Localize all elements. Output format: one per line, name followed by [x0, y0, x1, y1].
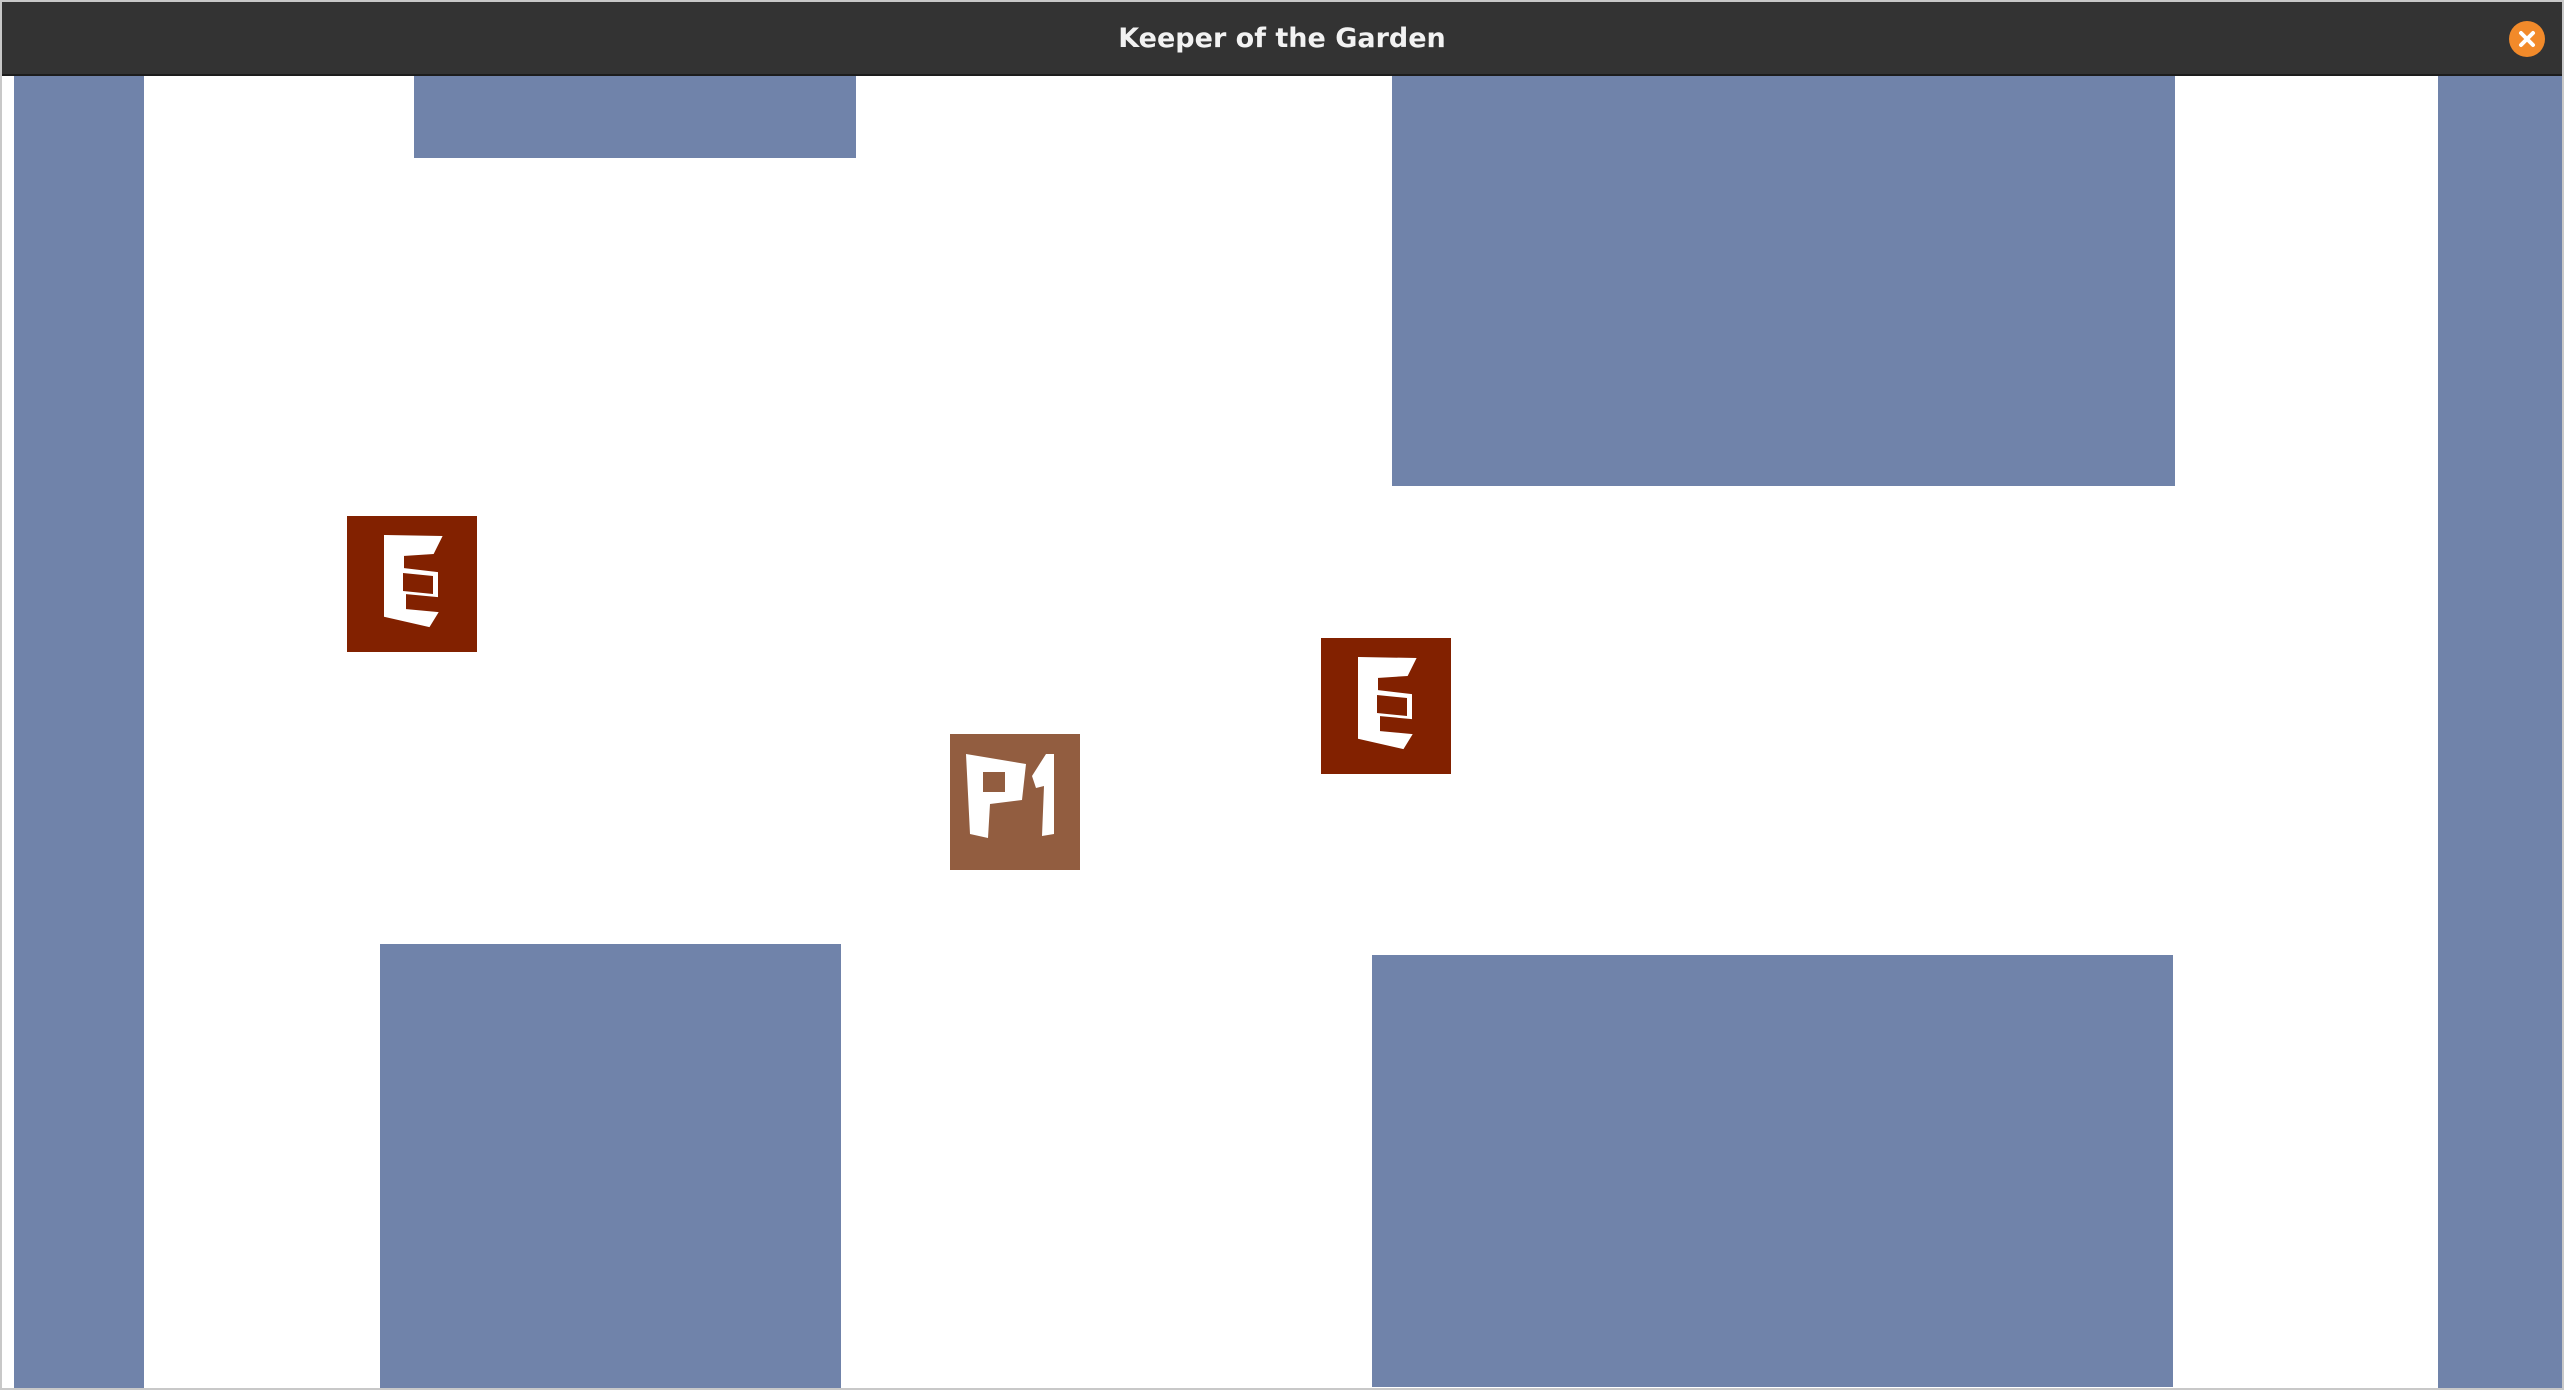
enemy-e-glyph-icon — [347, 516, 477, 652]
window-title: Keeper of the Garden — [1118, 23, 1446, 54]
player-p1-glyph-icon — [950, 734, 1080, 870]
title-bar: Keeper of the Garden — [2, 2, 2562, 76]
enemy-label: E — [1321, 774, 1322, 775]
wall-top-left — [414, 76, 856, 158]
wall-top-right — [1392, 76, 2175, 486]
close-button[interactable] — [2509, 21, 2545, 57]
game-playfield[interactable]: E E P1 — [2, 76, 2562, 1388]
wall-right — [2438, 76, 2562, 1388]
game-window: Keeper of the Garden E — [0, 0, 2564, 1390]
player-label: P1 — [950, 870, 951, 871]
player-sprite: P1 — [950, 734, 1080, 870]
wall-bottom-left — [380, 944, 841, 1388]
enemy-e-glyph-icon — [1321, 638, 1451, 774]
close-icon — [2519, 31, 2535, 47]
enemy-sprite: E — [347, 516, 477, 652]
enemy-label: E — [347, 652, 348, 653]
wall-left — [14, 76, 144, 1388]
enemy-sprite: E — [1321, 638, 1451, 774]
wall-bottom-right — [1372, 955, 2173, 1387]
